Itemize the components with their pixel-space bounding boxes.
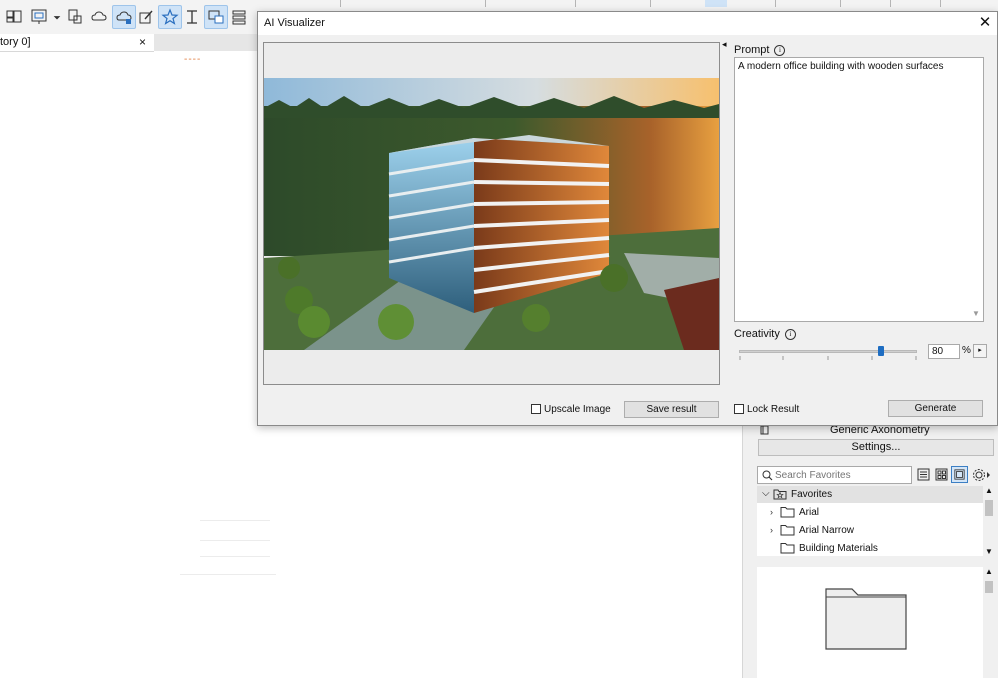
search-icon bbox=[762, 470, 773, 481]
creativity-slider-thumb[interactable] bbox=[878, 346, 885, 356]
favorites-header[interactable]: ⌵ Favorites bbox=[757, 486, 983, 503]
prompt-textarea[interactable]: A modern office building with wooden sur… bbox=[734, 57, 984, 322]
dropdown-icon[interactable] bbox=[51, 5, 63, 29]
value-stepper-arrow[interactable]: ▸ bbox=[973, 344, 987, 358]
info-icon[interactable]: i bbox=[784, 329, 796, 340]
view-tab-story[interactable]: tory 0] × bbox=[0, 34, 154, 52]
favorites-folder-icon bbox=[773, 489, 787, 500]
search-input[interactable] bbox=[775, 468, 905, 482]
tree-scrollbar[interactable]: ▲ ▼ bbox=[983, 486, 995, 556]
tree-item-label: Building Materials bbox=[799, 543, 878, 554]
ruler bbox=[250, 0, 998, 8]
creativity-label: Creativity bbox=[734, 328, 780, 340]
cloud-active-icon[interactable] bbox=[112, 5, 136, 29]
creativity-value-field[interactable]: 80 bbox=[928, 344, 960, 359]
prompt-label-row: Prompt i bbox=[734, 44, 786, 56]
tree-item-label: Arial Narrow bbox=[799, 525, 855, 536]
faint-line bbox=[200, 556, 270, 557]
lock-result-checkbox[interactable] bbox=[734, 404, 744, 414]
creativity-label-row: Creativity i bbox=[734, 328, 796, 340]
generate-button[interactable]: Generate bbox=[888, 400, 983, 417]
close-icon[interactable]: ✕ bbox=[976, 14, 994, 32]
collapse-panel-icon[interactable]: ◂ bbox=[722, 39, 727, 50]
tree-item[interactable]: › Arial bbox=[757, 504, 983, 521]
prompt-text: A modern office building with wooden sur… bbox=[738, 61, 944, 72]
faint-line bbox=[200, 520, 270, 521]
tree-item[interactable]: Building Materials bbox=[757, 540, 983, 557]
gear-icon[interactable] bbox=[970, 466, 994, 483]
floor-plan-icon[interactable] bbox=[2, 5, 26, 29]
edit-icon[interactable] bbox=[134, 5, 158, 29]
view-tab-label: tory 0] bbox=[0, 36, 31, 48]
generated-image-frame bbox=[263, 42, 720, 385]
favorites-header-label: Favorites bbox=[791, 489, 833, 500]
percent-sign: % bbox=[962, 345, 971, 356]
save-result-button[interactable]: Save result bbox=[624, 401, 719, 418]
prompt-scrollbar[interactable]: ▼ bbox=[970, 59, 982, 320]
folder-preview-icon bbox=[825, 588, 907, 650]
list-view-icon[interactable] bbox=[915, 466, 932, 483]
faint-line bbox=[200, 540, 270, 541]
chevron-right-icon[interactable]: › bbox=[770, 507, 773, 517]
upscale-image-label: Upscale Image bbox=[544, 404, 611, 415]
faint-line bbox=[180, 574, 276, 575]
tab-strip bbox=[154, 34, 258, 51]
ruler-mark: ---- bbox=[184, 54, 202, 65]
search-favorites[interactable] bbox=[757, 466, 912, 484]
prompt-label: Prompt bbox=[734, 44, 770, 56]
ai-visualizer-dialog: AI Visualizer ✕ ◂ Prompt i A modern offi… bbox=[257, 11, 998, 426]
upscale-image-checkbox[interactable] bbox=[531, 404, 541, 414]
info-icon[interactable]: i bbox=[774, 45, 786, 56]
cloud-icon[interactable] bbox=[87, 5, 111, 29]
lock-result-label: Lock Result bbox=[747, 404, 800, 415]
close-tab-icon[interactable]: × bbox=[139, 35, 146, 49]
creativity-slider[interactable] bbox=[739, 350, 917, 353]
folder-icon bbox=[780, 507, 795, 518]
tree-item[interactable]: › Arial Narrow bbox=[757, 522, 983, 539]
slider-ticks bbox=[739, 356, 917, 360]
preview-scrollbar[interactable]: ▲ bbox=[983, 567, 995, 678]
settings-button[interactable]: Settings... bbox=[758, 439, 994, 456]
folder-icon bbox=[780, 543, 795, 554]
text-cursor-icon[interactable] bbox=[180, 5, 204, 29]
chevron-down-icon[interactable]: ⌵ bbox=[762, 488, 770, 499]
folder-icon bbox=[780, 525, 795, 536]
generated-image bbox=[264, 78, 719, 350]
tree-item-label: Arial bbox=[799, 507, 820, 518]
dialog-titlebar[interactable]: AI Visualizer ✕ bbox=[258, 12, 997, 35]
window-icon[interactable] bbox=[204, 5, 228, 29]
layout-icon[interactable] bbox=[27, 5, 51, 29]
dialog-title: AI Visualizer bbox=[264, 17, 325, 29]
grid-view-icon[interactable] bbox=[933, 466, 950, 483]
stack-icon[interactable] bbox=[227, 5, 251, 29]
favorites-star-icon[interactable] bbox=[158, 5, 182, 29]
preview-view-icon[interactable] bbox=[951, 466, 968, 483]
publish-icon[interactable] bbox=[63, 5, 87, 29]
chevron-right-icon[interactable]: › bbox=[770, 525, 773, 535]
